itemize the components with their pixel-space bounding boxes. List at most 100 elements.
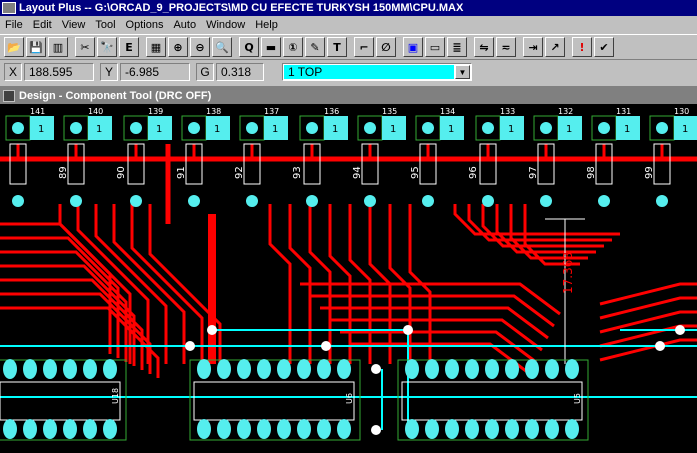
pad [364, 122, 376, 134]
ic-pad [337, 419, 351, 439]
via [185, 341, 195, 351]
query-icon[interactable]: Q [239, 37, 259, 57]
pad-label: 1 [624, 124, 630, 135]
ref-label: 137 [264, 107, 279, 116]
layer-select[interactable]: 1 TOP ▼ [282, 63, 472, 81]
pad [598, 195, 610, 207]
ic-pad [525, 359, 539, 379]
red-trace [599, 282, 697, 306]
menu-auto[interactable]: Auto [168, 19, 201, 31]
color-icon[interactable]: ▣ [403, 37, 423, 57]
ic-pad [445, 359, 459, 379]
via [371, 425, 381, 435]
ic-pad [505, 419, 519, 439]
menu-file[interactable]: File [0, 19, 28, 31]
ic-pad [505, 359, 519, 379]
pad [364, 195, 376, 207]
auto-path-icon[interactable]: ↗ [545, 37, 565, 57]
edit-obstacle-icon[interactable]: ✎ [305, 37, 325, 57]
toolbar: 📂 💾 ▥ ✂ 🔭 E ▦ ⊕ ⊖ 🔍 Q ▬ ① ✎ T ⌐ ∅ ▣ ▭ ≣ ⇋ ≂ ⇥ ↗! ✔ [0, 34, 697, 60]
pcb-canvas[interactable]: 1 141 1 140 1 139 1 138 1 137 1 136 1 135 1 134 1 133 1 132… [0, 104, 697, 453]
ic-pad [445, 419, 459, 439]
menu-options[interactable]: Options [121, 19, 169, 31]
zoom-in-icon[interactable]: ⊕ [168, 37, 188, 57]
route-icon[interactable]: ⇋ [474, 37, 494, 57]
pad [482, 122, 494, 134]
pad [12, 195, 24, 207]
reconnect-icon[interactable]: ⇥ [523, 37, 543, 57]
online-drc-icon[interactable]: ! [572, 37, 592, 57]
ref-label: 135 [382, 107, 397, 116]
layer-icon[interactable]: ≣ [447, 37, 467, 57]
pin-icon[interactable]: ① [283, 37, 303, 57]
shove-icon[interactable]: ≂ [496, 37, 516, 57]
connection-icon[interactable]: ⌐ [354, 37, 374, 57]
open-icon[interactable]: 📂 [4, 37, 24, 57]
ic-pad [465, 419, 479, 439]
layer-select-value: 1 TOP [284, 65, 454, 79]
menu-edit[interactable]: Edit [28, 19, 57, 31]
ic-pad [277, 359, 291, 379]
ic-pad [565, 419, 579, 439]
menu-bar: File Edit View Tool Options Auto Window … [0, 16, 697, 34]
red-trace [509, 204, 588, 260]
component-icon[interactable]: ▬ [261, 37, 281, 57]
ic-pad [237, 419, 251, 439]
report-icon[interactable]: ▥ [48, 37, 68, 57]
cut-icon[interactable]: ✂ [75, 37, 95, 57]
ref-label: 141 [30, 107, 45, 116]
find-icon[interactable]: 🔭 [97, 37, 117, 57]
zoom-out-icon[interactable]: ⊖ [190, 37, 210, 57]
ref-label: 130 [674, 107, 689, 116]
drc-check-icon[interactable]: ✔ [594, 37, 614, 57]
ref-label: 133 [500, 107, 515, 116]
ic-pad [317, 419, 331, 439]
net-label: 94 [352, 166, 363, 179]
pad [188, 195, 200, 207]
ic-body [0, 381, 121, 421]
ic-pad [485, 419, 499, 439]
pcb-board[interactable]: 1 141 1 140 1 139 1 138 1 137 1 136 1 135 1 134 1 133 1 132… [0, 104, 697, 453]
via [371, 364, 381, 374]
ic-pad [103, 359, 117, 379]
zoom-all-icon[interactable]: 🔍 [212, 37, 232, 57]
pad [246, 195, 258, 207]
ic-body [401, 381, 583, 421]
ic-pad [405, 359, 419, 379]
menu-window[interactable]: Window [201, 19, 250, 31]
drc-box-icon[interactable]: ▭ [425, 37, 445, 57]
x-label: X [4, 63, 22, 81]
error-icon[interactable]: ∅ [376, 37, 396, 57]
ic-pad [405, 419, 419, 439]
save-icon[interactable]: 💾 [26, 37, 46, 57]
ic-pad [565, 359, 579, 379]
grid-icon[interactable]: ▦ [146, 37, 166, 57]
net-label: 89 [58, 166, 69, 179]
menu-help[interactable]: Help [250, 19, 283, 31]
menu-view[interactable]: View [57, 19, 91, 31]
text-icon[interactable]: T [327, 37, 347, 57]
chevron-down-icon[interactable]: ▼ [455, 65, 470, 79]
red-trace [268, 204, 292, 364]
ic-label: U18 [111, 388, 120, 404]
ic-pad [217, 359, 231, 379]
ic-pad [197, 419, 211, 439]
ic-pad [63, 419, 77, 439]
ic-pad [83, 359, 97, 379]
pad-label: 1 [214, 124, 220, 135]
ic-label: U6 [345, 393, 354, 404]
ic-pad [465, 359, 479, 379]
ic-pad [23, 419, 37, 439]
via [207, 325, 217, 335]
ic-pad [485, 359, 499, 379]
pad-label: 1 [508, 124, 514, 135]
red-trace [0, 236, 120, 358]
app-title: Layout Plus -- G:\ORCAD_9_PROJECTS\MD CU… [19, 2, 464, 14]
ref-label: 136 [324, 107, 339, 116]
ic-label: U5 [573, 393, 582, 404]
spreadsheet-icon[interactable]: E [119, 37, 139, 57]
pad-label: 1 [390, 124, 396, 135]
pad [422, 195, 434, 207]
pad [70, 195, 82, 207]
menu-tool[interactable]: Tool [90, 19, 120, 31]
